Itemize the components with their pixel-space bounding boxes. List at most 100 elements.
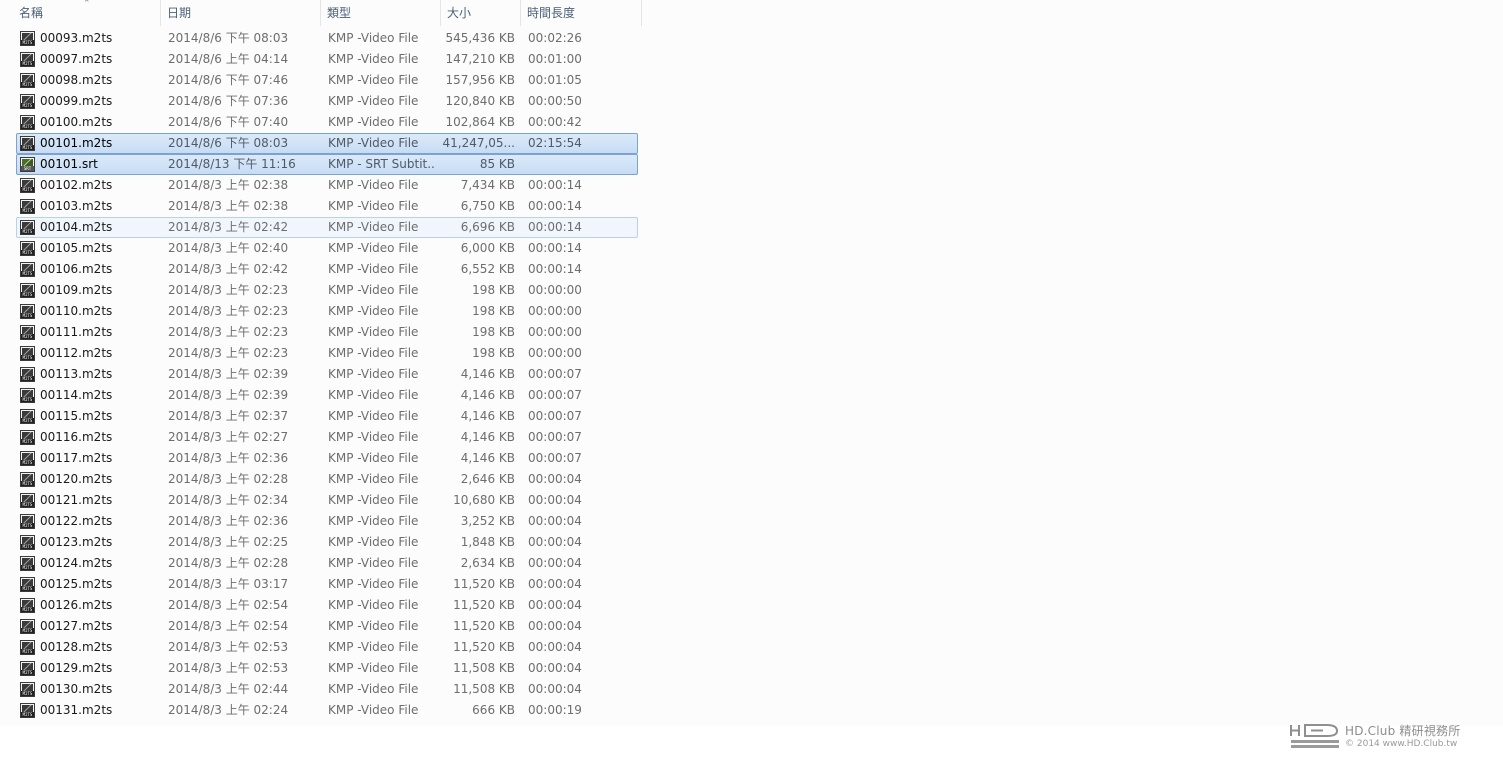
file-row[interactable]: M2TS 00121.m2ts 2014/8/3 上午 02:34 KMP -Vide…: [16, 490, 638, 511]
file-icon-picture: [22, 96, 33, 103]
file-date: 2014/8/3 上午 02:34: [168, 493, 289, 507]
file-row[interactable]: M2TS 00113.m2ts 2014/8/3 上午 02:39 KMP -Vide…: [16, 364, 638, 385]
file-name: 00120.m2ts: [40, 472, 113, 486]
file-icon-graphic: M2TS: [20, 220, 35, 235]
column-header-name[interactable]: 名稱 ⌃: [0, 0, 161, 26]
column-header-duration[interactable]: 時間長度: [521, 0, 642, 26]
file-icon-picture: [22, 390, 33, 397]
file-name: 00114.m2ts: [40, 388, 113, 402]
file-name: 00111.m2ts: [40, 325, 113, 339]
file-list-view: 名稱 ⌃ 日期 類型 大小 時間長度 M2TS 00093.m2ts 2014/8/…: [0, 0, 1503, 726]
file-row[interactable]: M2TS 00127.m2ts 2014/8/3 上午 02:54 KMP -Vide…: [16, 616, 638, 637]
file-icon-picture: [22, 369, 33, 376]
file-date: 2014/8/3 上午 02:53: [168, 661, 289, 675]
file-type: KMP -Video File: [328, 535, 419, 549]
column-header-date[interactable]: 日期: [161, 0, 321, 26]
file-date: 2014/8/3 上午 02:36: [168, 451, 289, 465]
file-type: KMP -Video File: [328, 304, 419, 318]
m2ts-file-icon: M2TS: [20, 31, 36, 47]
file-row[interactable]: M2TS 00112.m2ts 2014/8/3 上午 02:23 KMP -Vide…: [16, 343, 638, 364]
file-icon-graphic: M2TS: [20, 556, 35, 571]
file-row[interactable]: M2TS 00128.m2ts 2014/8/3 上午 02:53 KMP -Vide…: [16, 637, 638, 658]
file-icon-band: M2TS: [21, 628, 34, 633]
file-row[interactable]: M2TS 00110.m2ts 2014/8/3 上午 02:23 KMP -Vide…: [16, 301, 638, 322]
file-duration: 00:00:07: [528, 367, 582, 381]
column-header-duration-label: 時間長度: [527, 6, 576, 20]
file-icon-graphic: M2TS: [20, 703, 35, 718]
m2ts-file-icon: M2TS: [20, 682, 36, 698]
file-icon-picture: [22, 474, 33, 481]
m2ts-file-icon: M2TS: [20, 178, 36, 194]
file-icon-graphic: M2TS: [20, 388, 35, 403]
file-row[interactable]: M2TS 00126.m2ts 2014/8/3 上午 02:54 KMP -Vide…: [16, 595, 638, 616]
file-name: 00115.m2ts: [40, 409, 113, 423]
file-size: 6,000 KB: [460, 241, 515, 255]
column-header-size-label: 大小: [447, 6, 472, 20]
file-icon-band: M2TS: [21, 418, 34, 423]
file-row[interactable]: M2TS 00105.m2ts 2014/8/3 上午 02:40 KMP -Vide…: [16, 238, 638, 259]
column-header-type[interactable]: 類型: [321, 0, 441, 26]
file-row[interactable]: M2TS 00109.m2ts 2014/8/3 上午 02:23 KMP -Vide…: [16, 280, 638, 301]
file-type: KMP -Video File: [328, 325, 419, 339]
file-row[interactable]: M2TS 00129.m2ts 2014/8/3 上午 02:53 KMP -Vide…: [16, 658, 638, 679]
file-type: KMP -Video File: [328, 619, 419, 633]
file-size: 6,552 KB: [460, 262, 515, 276]
file-row[interactable]: M2TS 00099.m2ts 2014/8/6 下午 07:36 KMP -Vide…: [16, 91, 638, 112]
file-row[interactable]: M2TS 00111.m2ts 2014/8/3 上午 02:23 KMP -Vide…: [16, 322, 638, 343]
file-icon-picture: [22, 348, 33, 355]
file-row[interactable]: M2TS 00120.m2ts 2014/8/3 上午 02:28 KMP -Vide…: [16, 469, 638, 490]
file-row[interactable]: M2TS 00117.m2ts 2014/8/3 上午 02:36 KMP -Vide…: [16, 448, 638, 469]
file-row[interactable]: M2TS 00102.m2ts 2014/8/3 上午 02:38 KMP -Vide…: [16, 175, 638, 196]
file-icon-picture: [22, 642, 33, 649]
file-row[interactable]: M2TS 00098.m2ts 2014/8/6 下午 07:46 KMP -Vide…: [16, 70, 638, 91]
file-row[interactable]: M2TS 00115.m2ts 2014/8/3 上午 02:37 KMP -Vide…: [16, 406, 638, 427]
file-row[interactable]: M2TS 00130.m2ts 2014/8/3 上午 02:44 KMP -Vide…: [16, 679, 638, 700]
file-row[interactable]: M2TS 00124.m2ts 2014/8/3 上午 02:28 KMP -Vide…: [16, 553, 638, 574]
m2ts-file-icon: M2TS: [20, 556, 36, 572]
file-row[interactable]: M2TS 00116.m2ts 2014/8/3 上午 02:27 KMP -Vide…: [16, 427, 638, 448]
file-date: 2014/8/3 上午 02:39: [168, 388, 289, 402]
file-row[interactable]: M2TS 00097.m2ts 2014/8/6 上午 04:14 KMP -Vide…: [16, 49, 638, 70]
file-type: KMP -Video File: [328, 703, 419, 717]
file-icon-graphic: M2TS: [20, 493, 35, 508]
column-header-size[interactable]: 大小: [441, 0, 521, 26]
file-name: 00098.m2ts: [40, 73, 113, 87]
file-size: 198 KB: [472, 304, 515, 318]
file-type: KMP -Video File: [328, 241, 419, 255]
file-row[interactable]: M2TS 00106.m2ts 2014/8/3 上午 02:42 KMP -Vide…: [16, 259, 638, 280]
file-row[interactable]: M2TS 00122.m2ts 2014/8/3 上午 02:36 KMP -Vide…: [16, 511, 638, 532]
file-icon-picture: [22, 327, 33, 334]
file-row[interactable]: SRT 00101.srt 2014/8/13 下午 11:16 KMP - SRT …: [16, 154, 638, 175]
file-row[interactable]: M2TS 00103.m2ts 2014/8/3 上午 02:38 KMP -Vide…: [16, 196, 638, 217]
file-type: KMP -Video File: [328, 556, 419, 570]
m2ts-file-icon: M2TS: [20, 241, 36, 257]
file-name: 00122.m2ts: [40, 514, 113, 528]
file-icon-band: M2TS: [21, 208, 34, 213]
file-date: 2014/8/3 上午 02:23: [168, 283, 289, 297]
file-name: 00131.m2ts: [40, 703, 113, 717]
file-icon-graphic: M2TS: [20, 598, 35, 613]
file-icon-graphic: M2TS: [20, 514, 35, 529]
sort-ascending-icon: ⌃: [83, 0, 91, 9]
file-row[interactable]: M2TS 00131.m2ts 2014/8/3 上午 02:24 KMP -Vide…: [16, 700, 638, 721]
file-name: 00125.m2ts: [40, 577, 113, 591]
file-type: KMP -Video File: [328, 640, 419, 654]
file-name: 00101.m2ts: [40, 136, 113, 150]
file-duration: 00:02:26: [528, 31, 582, 45]
file-size: 6,696 KB: [460, 220, 515, 234]
file-icon-picture: [22, 75, 33, 82]
file-row[interactable]: M2TS 00114.m2ts 2014/8/3 上午 02:39 KMP -Vide…: [16, 385, 638, 406]
file-row[interactable]: M2TS 00100.m2ts 2014/8/6 下午 07:40 KMP -Vide…: [16, 112, 638, 133]
file-duration: 00:00:07: [528, 409, 582, 423]
file-row[interactable]: M2TS 00123.m2ts 2014/8/3 上午 02:25 KMP -Vide…: [16, 532, 638, 553]
file-name: 00093.m2ts: [40, 31, 113, 45]
file-row[interactable]: M2TS 00101.m2ts 2014/8/6 下午 08:03 KMP -Vide…: [16, 133, 638, 154]
file-row[interactable]: M2TS 00104.m2ts 2014/8/3 上午 02:42 KMP -Vide…: [16, 217, 638, 238]
file-row[interactable]: M2TS 00125.m2ts 2014/8/3 上午 03:17 KMP -Vide…: [16, 574, 638, 595]
file-duration: 00:00:07: [528, 430, 582, 444]
file-icon-graphic: M2TS: [20, 325, 35, 340]
watermark-title: HD.Club 精研視務所: [1345, 724, 1461, 738]
file-row[interactable]: M2TS 00093.m2ts 2014/8/6 下午 08:03 KMP -Vide…: [16, 28, 638, 49]
file-duration: 00:00:14: [528, 241, 582, 255]
file-date: 2014/8/3 上午 02:23: [168, 304, 289, 318]
